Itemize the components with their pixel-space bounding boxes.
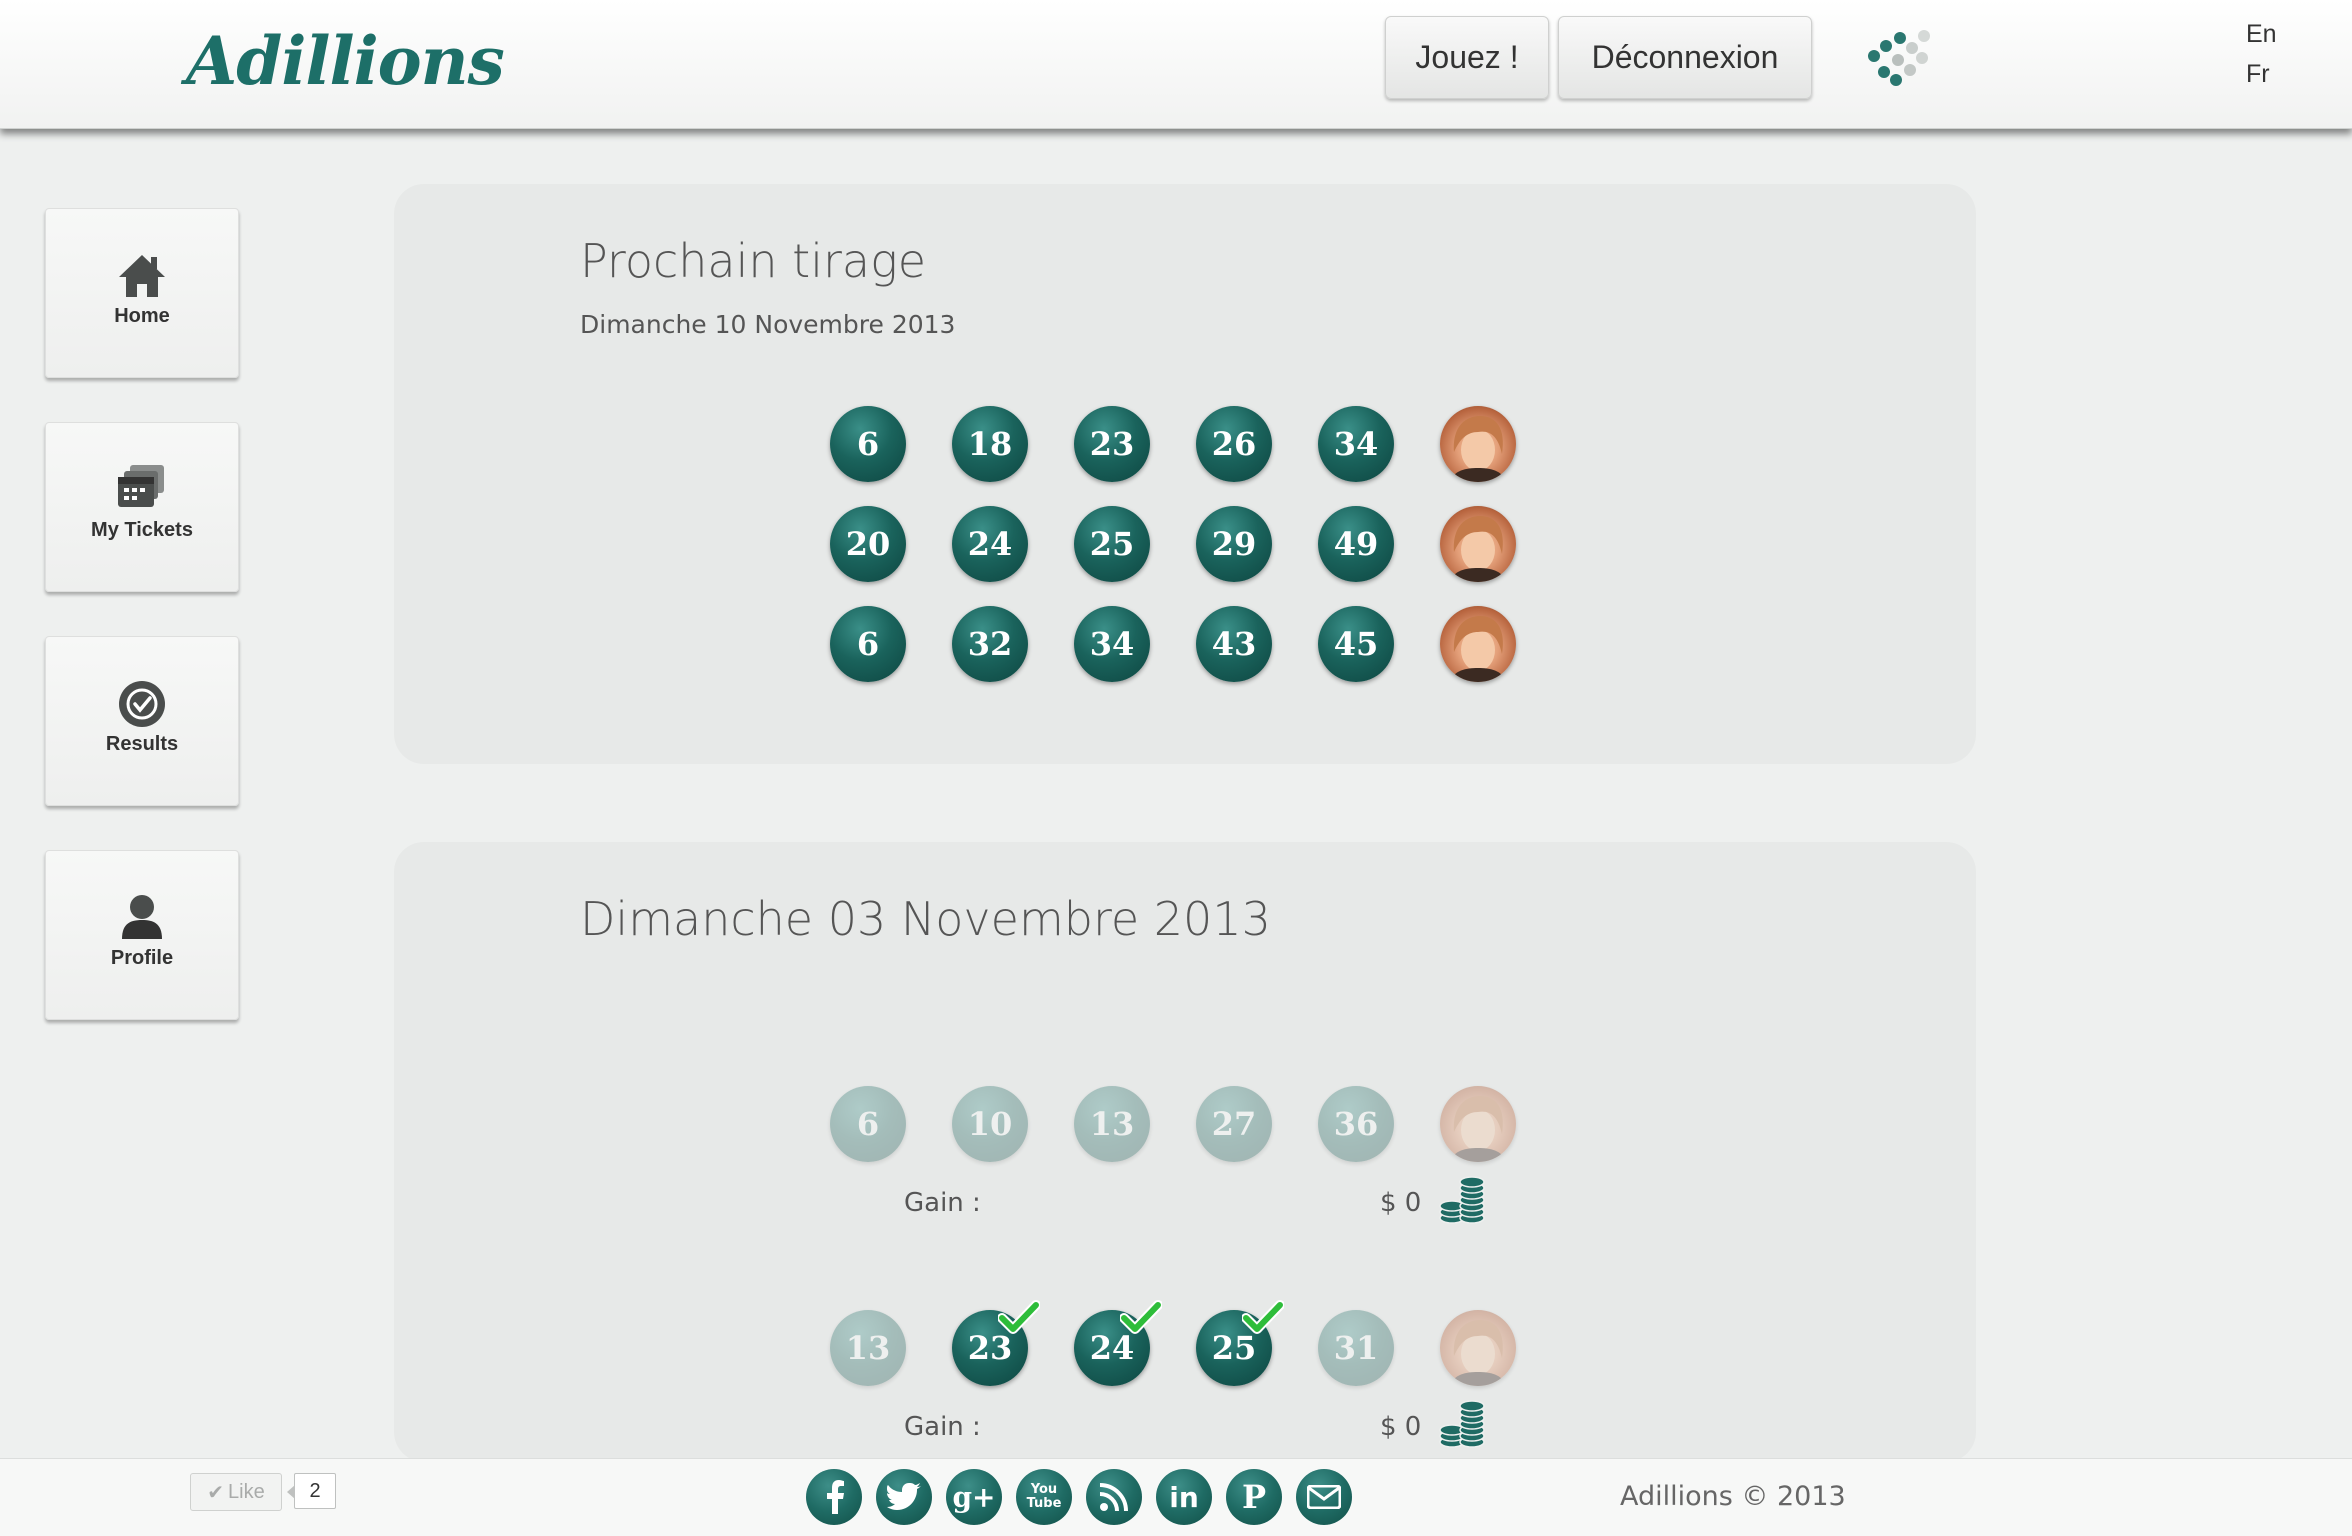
lotto-ball: 24 xyxy=(952,506,1028,582)
language-fr-link[interactable]: Fr xyxy=(2246,60,2270,89)
sidebar-item-label: Results xyxy=(105,733,179,755)
lotto-ball: 34 xyxy=(1318,406,1394,482)
coins-icon xyxy=(1439,1400,1485,1448)
pinterest-icon[interactable]: P xyxy=(1226,1469,1282,1525)
checkmark-icon xyxy=(1120,1300,1162,1334)
email-icon[interactable] xyxy=(1296,1469,1352,1525)
lotto-ball: 34 xyxy=(1074,606,1150,682)
lotto-ball: 45 xyxy=(1318,606,1394,682)
lotto-ball: 10 xyxy=(952,1086,1028,1162)
gain-label: Gain : xyxy=(904,1188,981,1218)
past-draw-title: Dimanche 03 Novembre 2013 xyxy=(580,892,1271,946)
checkmark-circle-icon xyxy=(119,681,165,727)
sidebar-item-results[interactable]: Results xyxy=(45,636,239,806)
lotto-ball: 6 xyxy=(830,406,906,482)
lotto-ball: 18 xyxy=(952,406,1028,482)
portrait-icon xyxy=(1440,606,1516,682)
lotto-ball: 32 xyxy=(952,606,1028,682)
lotto-ball: 13 xyxy=(1074,1086,1150,1162)
checkmark-icon xyxy=(998,1300,1040,1334)
lotto-ball: 13 xyxy=(830,1310,906,1386)
lotto-ball: 29 xyxy=(1196,506,1272,582)
coins-icon xyxy=(1439,1176,1485,1224)
portrait-icon xyxy=(1440,506,1516,582)
top-header: Adillions Jouez ! Déconnexion En Fr xyxy=(0,0,2352,129)
copyright-text: Adillions © 2013 xyxy=(1620,1481,1846,1512)
footer: ✔ Like 2 g+ You Tube in P Adillions © 201… xyxy=(0,1458,2352,1536)
sidebar-item-profile[interactable]: Profile xyxy=(45,850,239,1020)
rss-icon[interactable] xyxy=(1086,1469,1142,1525)
checkmark-icon xyxy=(1242,1300,1284,1334)
next-draw-panel: Prochain tirage Dimanche 10 Novembre 201… xyxy=(394,184,1976,764)
lotto-ball: 6 xyxy=(830,606,906,682)
play-button[interactable]: Jouez ! xyxy=(1385,16,1549,99)
portrait-icon xyxy=(1440,1086,1516,1162)
lotto-ball: 49 xyxy=(1318,506,1394,582)
sidebar-item-my-tickets[interactable]: My Tickets xyxy=(45,422,239,592)
gain-value: $ 0 xyxy=(1380,1412,1422,1442)
lotto-ball: 26 xyxy=(1196,406,1272,482)
tickets-icon xyxy=(118,465,164,507)
lotto-ball: 25 xyxy=(1074,506,1150,582)
portrait-icon xyxy=(1440,406,1516,482)
sidebar-item-label: Profile xyxy=(110,947,174,969)
like-button[interactable]: ✔ Like xyxy=(190,1473,282,1511)
google-plus-icon[interactable]: g+ xyxy=(946,1469,1002,1525)
home-icon xyxy=(119,255,165,297)
youtube-icon[interactable]: You Tube xyxy=(1016,1469,1072,1525)
like-count: 2 xyxy=(287,1473,336,1509)
lotto-ball: 6 xyxy=(830,1086,906,1162)
linkedin-icon[interactable]: in xyxy=(1156,1469,1212,1525)
user-icon xyxy=(122,895,162,939)
like-label: Like xyxy=(228,1480,265,1503)
lotto-ball: 20 xyxy=(830,506,906,582)
gain-label: Gain : xyxy=(904,1412,981,1442)
dots-loader-icon xyxy=(1868,30,1930,86)
next-draw-title: Prochain tirage xyxy=(580,234,926,288)
next-draw-date: Dimanche 10 Novembre 2013 xyxy=(580,310,956,339)
sidebar-item-home[interactable]: Home xyxy=(45,208,239,378)
check-icon: ✔ xyxy=(207,1481,225,1504)
logo[interactable]: Adillions xyxy=(186,22,505,100)
lotto-ball: 36 xyxy=(1318,1086,1394,1162)
facebook-icon[interactable] xyxy=(806,1469,862,1525)
lotto-ball: 23 xyxy=(1074,406,1150,482)
twitter-icon[interactable] xyxy=(876,1469,932,1525)
sidebar-item-label: My Tickets xyxy=(91,519,193,541)
past-draw-panel: Dimanche 03 Novembre 2013 6 10 13 27 36 … xyxy=(394,842,1976,1462)
sidebar-item-label: Home xyxy=(114,305,170,327)
portrait-icon xyxy=(1440,1310,1516,1386)
logout-button[interactable]: Déconnexion xyxy=(1558,16,1812,99)
lotto-ball: 27 xyxy=(1196,1086,1272,1162)
language-en-link[interactable]: En xyxy=(2246,20,2277,49)
gain-value: $ 0 xyxy=(1380,1188,1422,1218)
lotto-ball: 43 xyxy=(1196,606,1272,682)
lotto-ball: 31 xyxy=(1318,1310,1394,1386)
